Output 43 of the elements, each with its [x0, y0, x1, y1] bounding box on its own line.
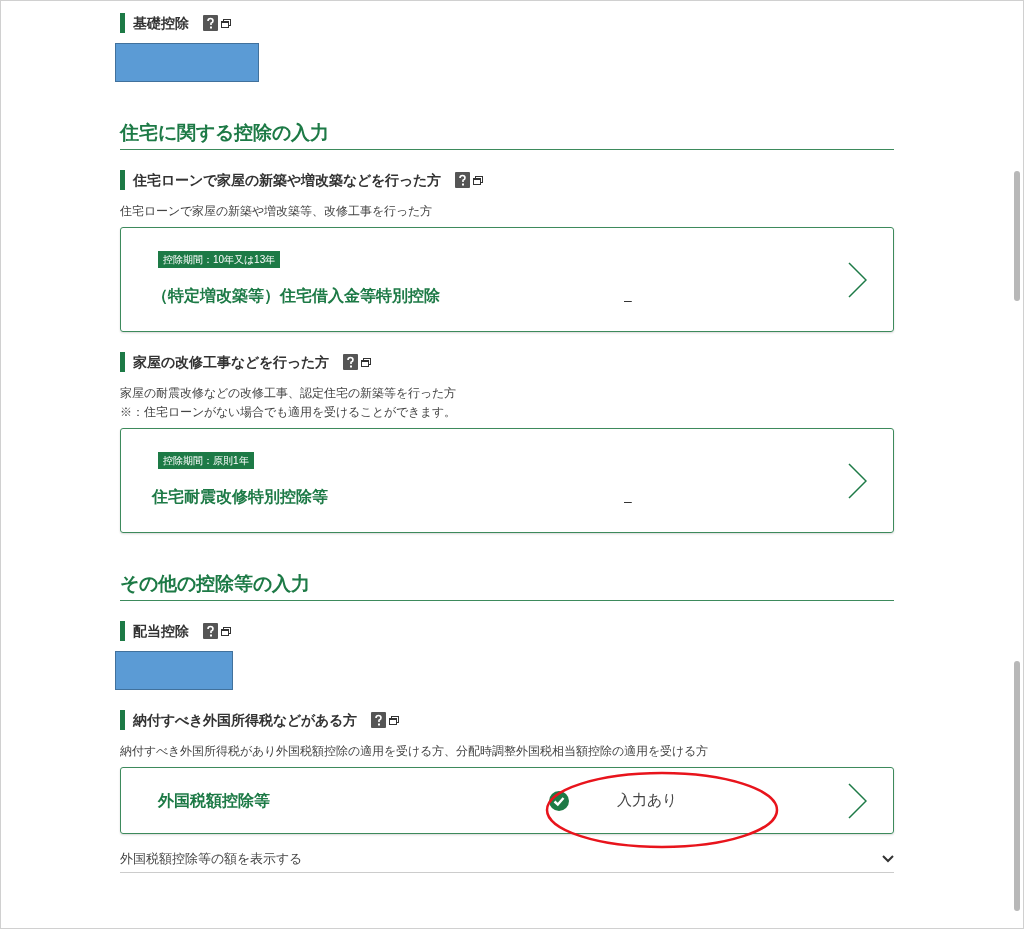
section-heading: その他の控除等の入力 [120, 571, 894, 601]
help-icon[interactable] [371, 712, 386, 728]
deduction-card[interactable]: 控除期間：10年又は13年 （特定増改築等）住宅借入金等特別控除 – [120, 227, 894, 332]
subsection-title: 納付すべき外国所得税などがある方 [133, 711, 357, 730]
chevron-down-icon [882, 854, 894, 863]
heading-bar [120, 170, 125, 190]
new-window-icon[interactable] [221, 626, 231, 636]
description-text: 家屋の耐震改修などの改修工事、認定住宅の新築等を行った方 [120, 385, 457, 401]
description-text: 住宅ローンで家屋の新築や増改築等、改修工事を行った方 [120, 203, 433, 219]
help-icon[interactable] [203, 15, 218, 31]
card-title: 外国税額控除等 [158, 790, 271, 811]
new-window-icon[interactable] [221, 18, 231, 28]
new-window-icon[interactable] [473, 175, 483, 185]
heading-bar [120, 13, 125, 33]
period-tag: 控除期間：原則1年 [158, 452, 254, 469]
subsection-title: 住宅ローンで家屋の新築や増改築などを行った方 [133, 171, 441, 190]
card-title: 住宅耐震改修特別控除等 [152, 487, 329, 507]
new-window-icon[interactable] [389, 715, 399, 725]
help-icon[interactable] [343, 354, 358, 370]
status-text: 入力あり [617, 790, 677, 811]
subsection-title: 家屋の改修工事などを行った方 [133, 353, 329, 372]
check-icon [549, 790, 569, 811]
status-text: – [624, 291, 632, 310]
heading-bar [120, 710, 125, 730]
deduction-card[interactable]: 控除期間：原則1年 住宅耐震改修特別控除等 – [120, 428, 894, 533]
help-icon[interactable] [455, 172, 470, 188]
section-heading: 住宅に関する控除の入力 [120, 120, 894, 150]
amount-toggle[interactable]: 外国税額控除等の額を表示する [120, 849, 894, 873]
deduction-card[interactable]: 外国税額控除等 入力あり [120, 767, 894, 834]
period-tag: 控除期間：10年又は13年 [158, 251, 281, 268]
heading-bar [120, 352, 125, 372]
note-text: ※：住宅ローンがない場合でも適用を受けることができます。 [120, 405, 457, 420]
subsection-title: 基礎控除 [133, 14, 189, 33]
subsection-title: 配当控除 [133, 622, 189, 641]
chevron-right-icon [848, 261, 867, 298]
help-icon[interactable] [203, 623, 218, 639]
new-window-icon[interactable] [361, 357, 371, 367]
status-text: – [624, 492, 632, 511]
chevron-right-icon [848, 462, 867, 499]
chevron-right-icon [848, 782, 867, 819]
description-text: 納付すべき外国所得税があり外国税額控除の適用を受ける方、分配時調整外国税相当額控除の適用を受ける方 [120, 743, 709, 759]
card-title: （特定増改築等）住宅借入金等特別控除 [152, 286, 441, 306]
heading-bar [120, 621, 125, 641]
